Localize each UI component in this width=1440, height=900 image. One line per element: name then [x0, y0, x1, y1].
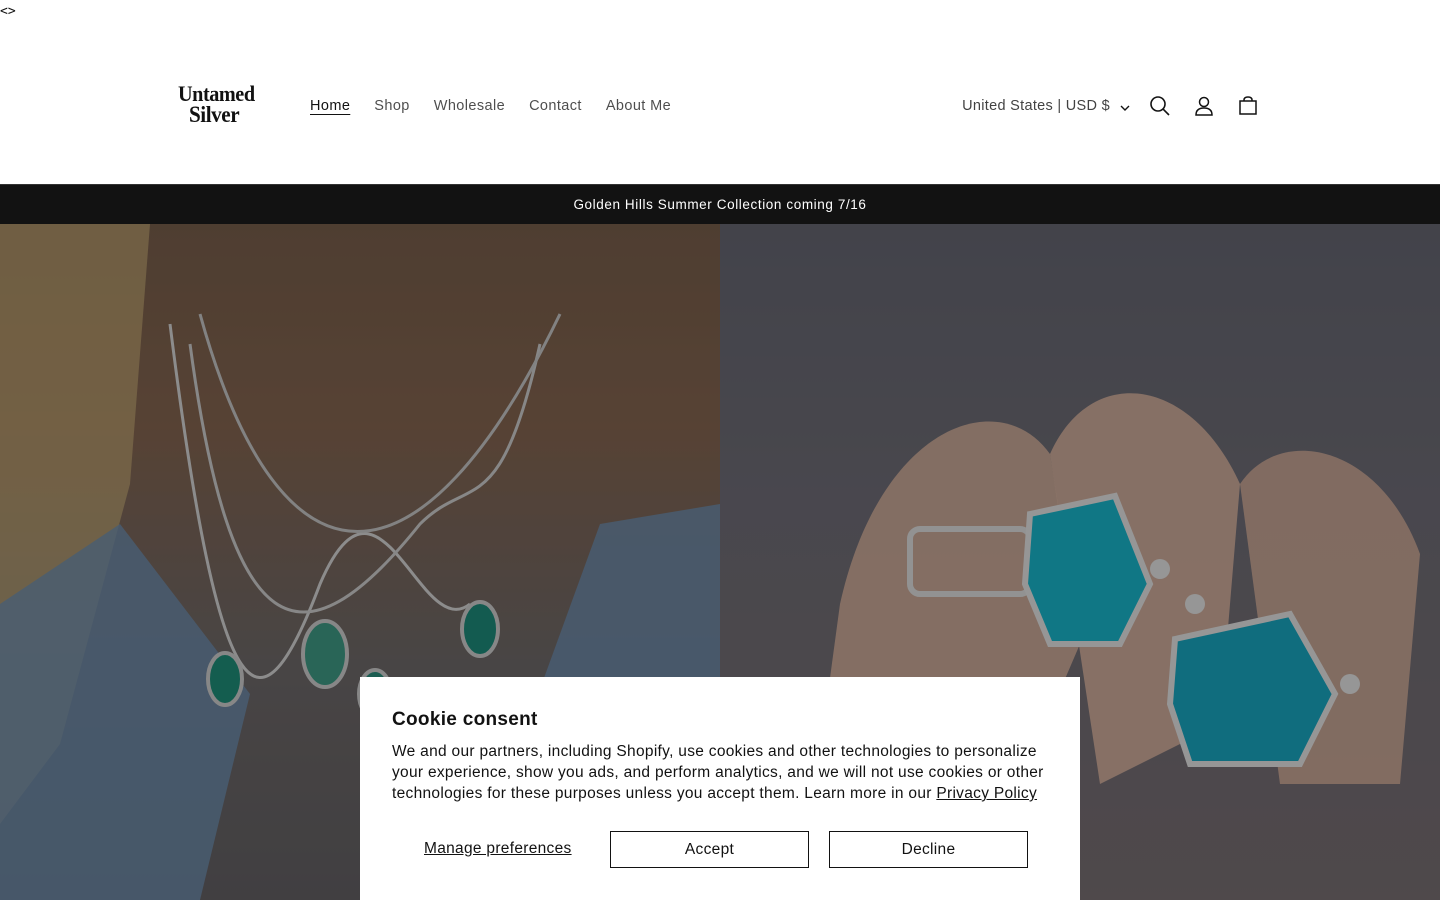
- cookie-consent-body: We and our partners, including Shopify, …: [392, 741, 1048, 804]
- nav-item-about-me[interactable]: About Me: [594, 92, 683, 120]
- nav-item-wholesale[interactable]: Wholesale: [422, 92, 517, 120]
- stray-text: <>: [0, 4, 16, 19]
- cart-icon[interactable]: [1226, 84, 1270, 128]
- nav-item-shop[interactable]: Shop: [362, 92, 421, 120]
- nav-item-contact[interactable]: Contact: [517, 92, 594, 120]
- logo[interactable]: Untamed Silver: [178, 83, 268, 127]
- cookie-consent-title: Cookie consent: [392, 709, 538, 730]
- cookie-consent-dialog: Cookie consent We and our partners, incl…: [360, 677, 1080, 900]
- decline-button[interactable]: Decline: [829, 831, 1028, 868]
- country-currency-label: United States | USD $: [962, 98, 1110, 114]
- manage-preferences-button[interactable]: Manage preferences: [424, 840, 572, 858]
- logo-line-2: Silver: [189, 102, 240, 127]
- chevron-down-icon: [1120, 101, 1130, 111]
- privacy-policy-link[interactable]: Privacy Policy: [936, 785, 1037, 802]
- accept-button[interactable]: Accept: [610, 831, 809, 868]
- nav-item-home[interactable]: Home: [298, 92, 362, 120]
- site-header: Untamed Silver Home Shop Wholesale Conta…: [0, 28, 1440, 184]
- announcement-bar: Golden Hills Summer Collection coming 7/…: [0, 184, 1440, 224]
- search-icon[interactable]: [1138, 84, 1182, 128]
- header-actions: United States | USD $: [962, 86, 1270, 126]
- cookie-consent-actions: Manage preferences Accept Decline: [392, 831, 1048, 868]
- main-nav: Home Shop Wholesale Contact About Me: [298, 92, 683, 120]
- announcement-text: Golden Hills Summer Collection coming 7/…: [573, 197, 867, 212]
- account-icon[interactable]: [1182, 84, 1226, 128]
- country-currency-selector[interactable]: United States | USD $: [962, 98, 1138, 114]
